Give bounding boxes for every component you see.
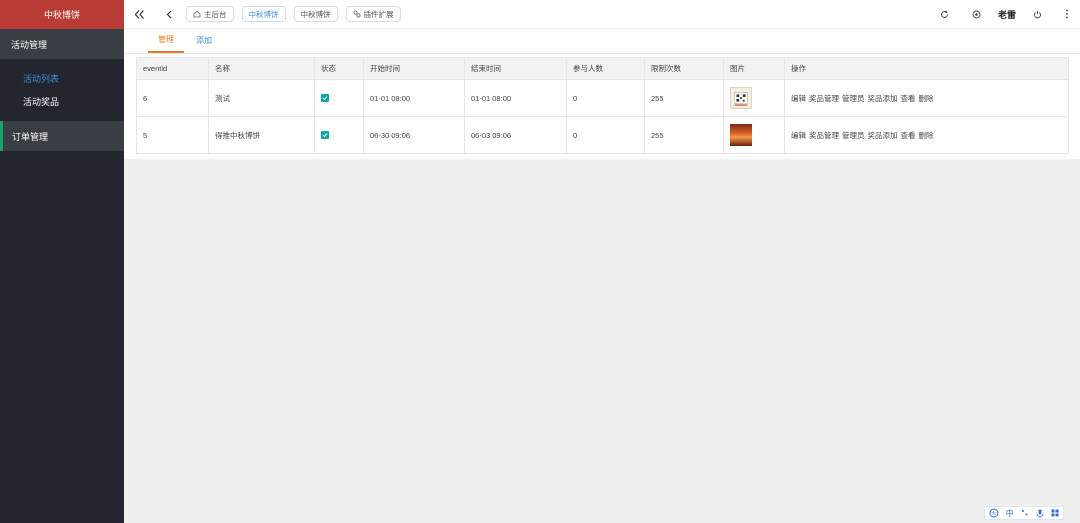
view-link[interactable]: 查看: [901, 94, 916, 103]
edit-link[interactable]: 编辑: [791, 94, 806, 103]
sidebar-group-activity[interactable]: 活动管理: [0, 29, 124, 59]
delete-link[interactable]: 删除: [919, 131, 934, 140]
brand-title[interactable]: 中秋博饼: [0, 0, 124, 29]
cell-image: [723, 79, 785, 117]
col-name: 名称: [208, 57, 315, 80]
cell-start-time: 01-01 08:00: [363, 79, 465, 117]
sidebar-item-activity-list[interactable]: 活动列表: [0, 67, 124, 90]
col-image: 图片: [723, 57, 785, 80]
cell-image: [723, 116, 785, 154]
delete-link[interactable]: 删除: [919, 94, 934, 103]
user-name[interactable]: 老雷: [998, 8, 1016, 21]
prize-manage-link[interactable]: 奖品管理: [809, 94, 839, 103]
cell-limit: 255: [644, 79, 724, 117]
cell-eventid: 6: [136, 79, 209, 117]
more-vertical-icon[interactable]: [1060, 7, 1074, 21]
cell-start-time: 06-30 09:06: [363, 116, 465, 154]
edit-link[interactable]: 编辑: [791, 131, 806, 140]
sidebar-group-orders[interactable]: 订单管理: [0, 121, 124, 151]
table-row: 6 测试 01-01 08:00 01-01 08:00 0 255 编辑 奖品管: [136, 79, 1069, 117]
cell-end-time: 06-03 09:06: [464, 116, 567, 154]
cell-participants: 0: [566, 79, 645, 117]
tab-plugin-extension[interactable]: 插件扩展: [345, 6, 401, 22]
microphone-icon[interactable]: [1036, 509, 1044, 518]
status-checkbox[interactable]: [321, 130, 329, 139]
grid-menu-icon[interactable]: [1051, 509, 1059, 517]
plugin-icon: [352, 10, 361, 18]
tab-mooncake-active-label: 中秋博饼: [248, 9, 279, 19]
tab-plugin-extension-label: 插件扩展: [363, 9, 394, 19]
status-checkbox[interactable]: [321, 93, 329, 102]
sidebar-item-activity-prizes[interactable]: 活动奖品: [0, 90, 124, 113]
col-eventid: eventid: [136, 57, 209, 80]
ime-toolbar: du 中: [984, 506, 1064, 520]
home-icon: [193, 10, 201, 18]
col-end-time: 结束时间: [464, 57, 567, 80]
cell-limit: 255: [644, 116, 724, 154]
sidebar: 中秋博饼 活动管理 活动列表 活动奖品 订单管理: [0, 0, 124, 523]
svg-text:du: du: [991, 511, 997, 516]
view-link[interactable]: 查看: [901, 131, 916, 140]
power-icon[interactable]: [1030, 7, 1044, 21]
tab-mooncake-label: 中秋博饼: [300, 9, 331, 19]
top-bar: 主后台 中秋博饼 中秋博饼 插件扩展 老雷: [124, 0, 1080, 29]
prize-add-link[interactable]: 奖品添加: [868, 131, 898, 140]
prize-manage-link[interactable]: 奖品管理: [809, 131, 839, 140]
tab-add[interactable]: 添加: [186, 28, 222, 53]
prize-add-link[interactable]: 奖品添加: [868, 94, 898, 103]
ime-language-toggle[interactable]: 中: [1006, 508, 1014, 519]
admin-link[interactable]: 管理员: [842, 131, 865, 140]
main-content: 管理 添加 eventid 名称 状态 开始时间 结束时间 参与人数 限制次数 …: [124, 29, 1080, 159]
cell-status: [314, 116, 364, 154]
back-icon[interactable]: [162, 7, 176, 21]
theme-icon[interactable]: [970, 7, 984, 21]
table-header-row: eventid 名称 状态 开始时间 结束时间 参与人数 限制次数 图片 操作: [136, 57, 1069, 80]
collapse-sidebar-icon[interactable]: [132, 7, 146, 21]
punctuation-icon[interactable]: [1021, 509, 1029, 517]
cell-actions: 编辑 奖品管理 管理员 奖品添加 查看 删除: [784, 79, 1069, 117]
qr-code-thumbnail[interactable]: [730, 87, 752, 109]
table-row: 5 得推中秋博饼 06-30 09:06 06-03 09:06 0 255 编…: [136, 116, 1069, 154]
cell-name: 测试: [208, 79, 315, 117]
cell-name: 得推中秋博饼: [208, 116, 315, 154]
events-table: eventid 名称 状态 开始时间 结束时间 参与人数 限制次数 图片 操作 …: [136, 57, 1069, 154]
col-limit: 限制次数: [644, 57, 724, 80]
tab-manage[interactable]: 管理: [148, 28, 184, 53]
cell-eventid: 5: [136, 116, 209, 154]
event-photo-thumbnail[interactable]: [730, 124, 752, 146]
col-actions: 操作: [784, 57, 1069, 80]
col-status: 状态: [314, 57, 364, 80]
tab-mooncake[interactable]: 中秋博饼: [293, 6, 338, 22]
cell-actions: 编辑 奖品管理 管理员 奖品添加 查看 删除: [784, 116, 1069, 154]
col-start-time: 开始时间: [363, 57, 465, 80]
top-bar-tools: 老雷: [938, 7, 1080, 21]
tab-main-backend-label: 主后台: [204, 9, 227, 19]
tab-main-backend[interactable]: 主后台: [186, 6, 234, 22]
cell-status: [314, 79, 364, 117]
cell-end-time: 01-01 08:00: [464, 79, 567, 117]
refresh-icon[interactable]: [938, 7, 952, 21]
col-participants: 参与人数: [566, 57, 645, 80]
tab-mooncake-active[interactable]: 中秋博饼: [241, 6, 286, 22]
ime-logo-icon[interactable]: du: [989, 508, 999, 518]
content-tabs: 管理 添加: [124, 29, 1080, 54]
cell-participants: 0: [566, 116, 645, 154]
admin-link[interactable]: 管理员: [842, 94, 865, 103]
sidebar-submenu: 活动列表 活动奖品: [0, 59, 124, 121]
